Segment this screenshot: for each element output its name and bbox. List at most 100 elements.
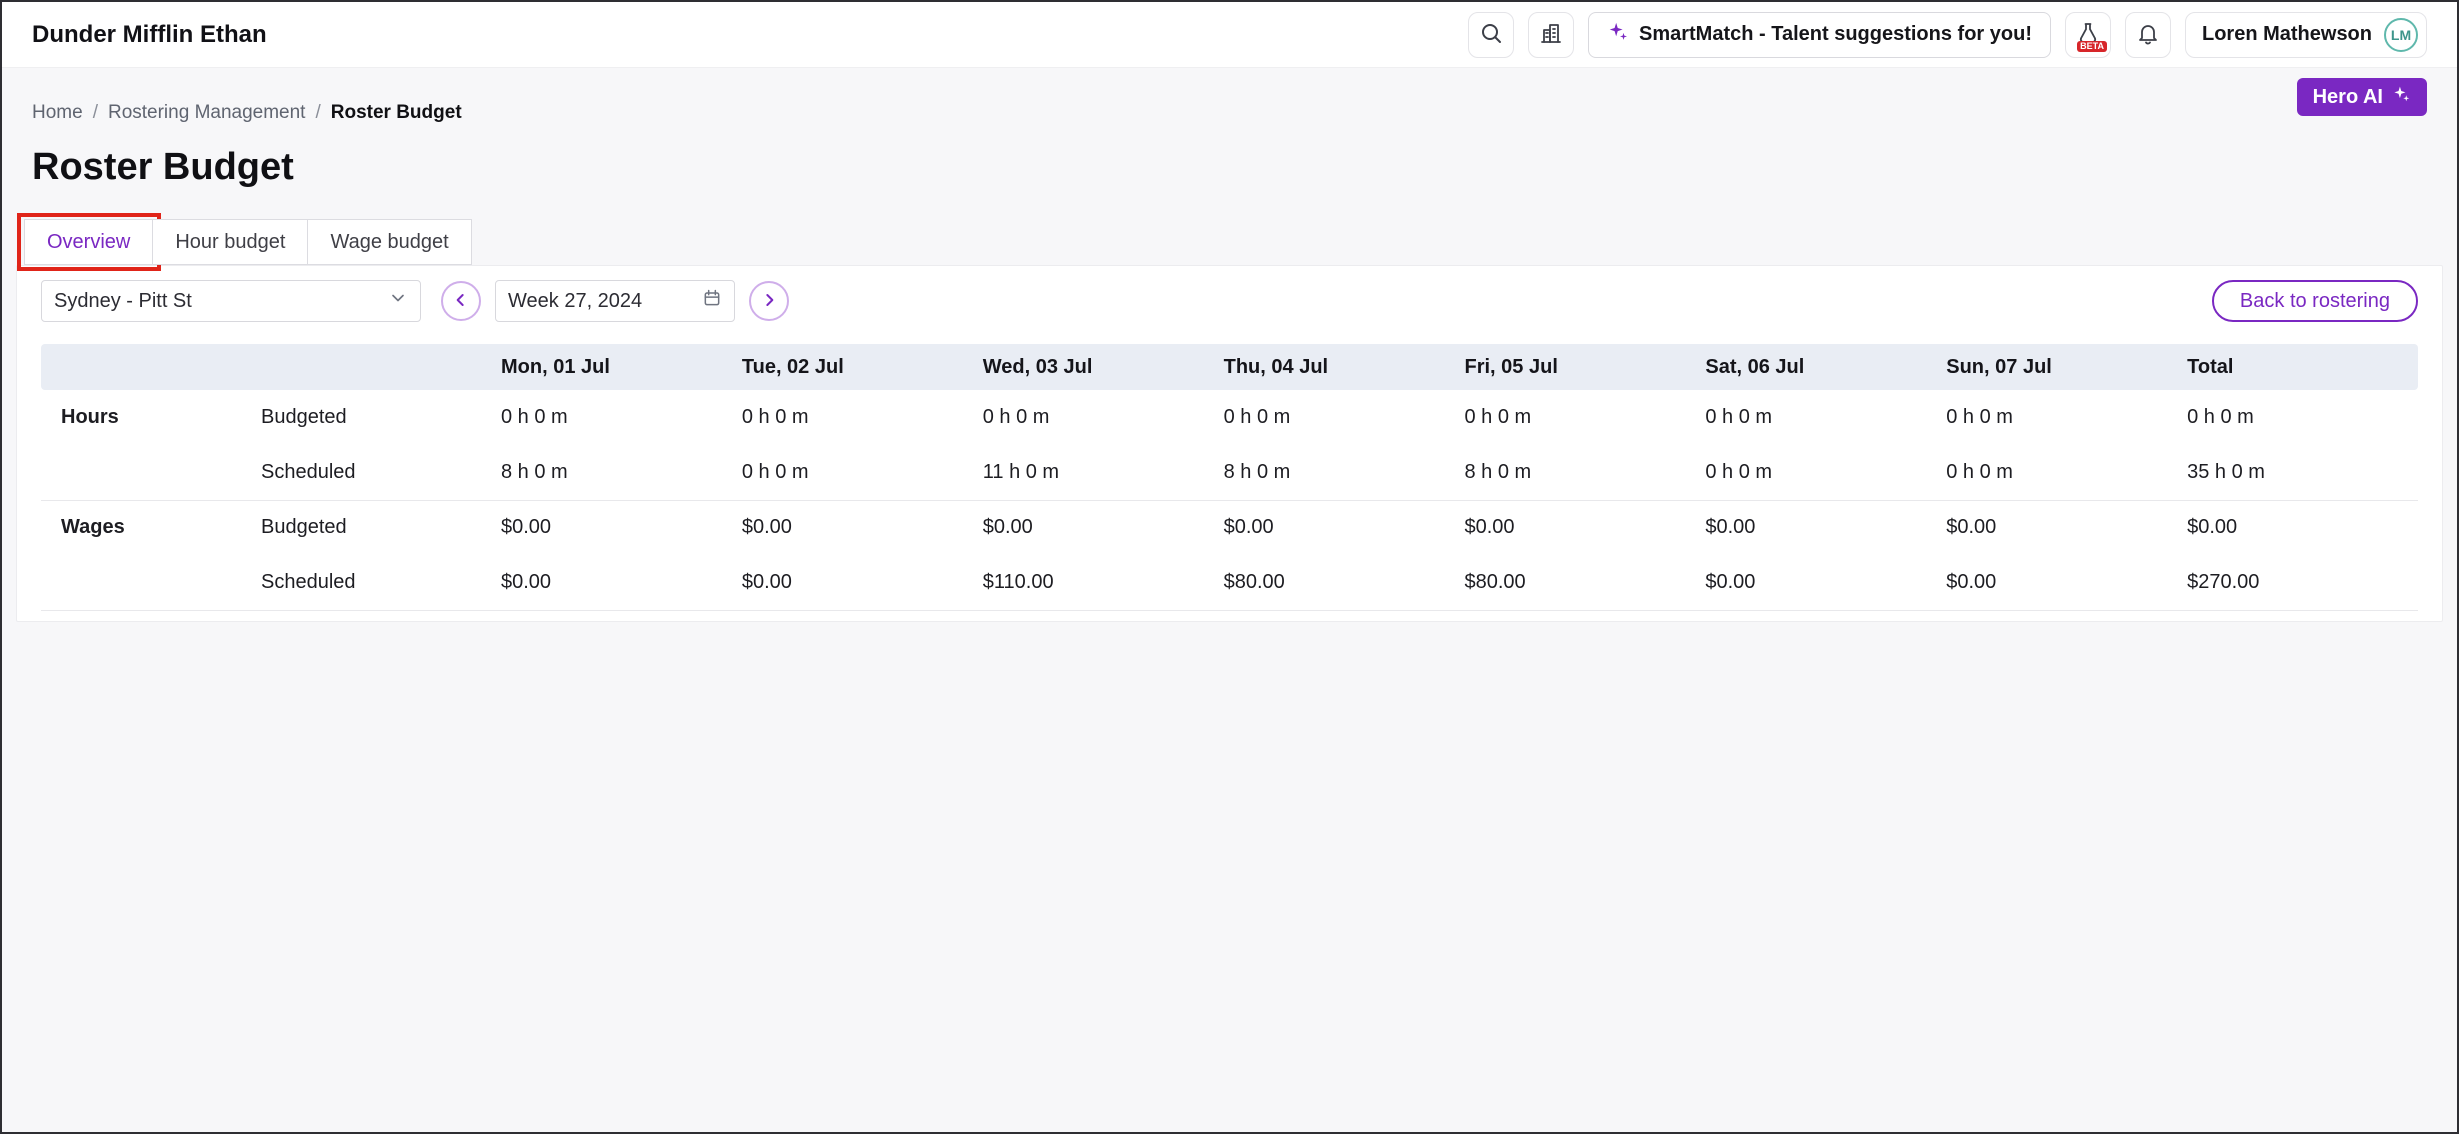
smartmatch-label: SmartMatch - Talent suggestions for you! — [1639, 23, 2032, 46]
value-cell: $0.00 — [973, 500, 1214, 555]
value-cell: 0 h 0 m — [491, 390, 732, 445]
week-picker-value: Week 27, 2024 — [508, 290, 642, 313]
next-week-button[interactable] — [749, 281, 789, 321]
beta-badge: BETA — [2077, 41, 2107, 52]
value-cell: $80.00 — [1214, 555, 1455, 610]
value-cell: $0.00 — [1214, 500, 1455, 555]
value-cell: 0 h 0 m — [1936, 390, 2177, 445]
column-header: Thu, 04 Jul — [1214, 344, 1455, 390]
value-cell: 0 h 0 m — [1936, 445, 2177, 500]
row-group-label: Hours — [41, 390, 251, 445]
bell-icon — [2136, 21, 2160, 48]
calendar-icon — [702, 288, 722, 314]
value-cell: 8 h 0 m — [1455, 445, 1696, 500]
column-header: Total — [2177, 344, 2418, 390]
prev-week-button[interactable] — [441, 281, 481, 321]
value-cell: $0.00 — [1936, 555, 2177, 610]
value-cell: $0.00 — [2177, 500, 2418, 555]
breadcrumb-rostering-management[interactable]: Rostering Management — [108, 102, 306, 124]
controls-row: Sydney - Pitt St Week 27, 2024 — [41, 280, 2418, 322]
table-row: Scheduled8 h 0 m0 h 0 m11 h 0 m8 h 0 m8 … — [41, 445, 2418, 500]
page-title: Roster Budget — [32, 146, 2427, 189]
row-sub-label: Scheduled — [251, 445, 491, 500]
value-cell: $0.00 — [1695, 500, 1936, 555]
value-cell: $270.00 — [2177, 555, 2418, 610]
value-cell: 0 h 0 m — [732, 445, 973, 500]
value-cell: $0.00 — [732, 555, 973, 610]
row-sub-label: Budgeted — [251, 390, 491, 445]
tab-hour-budget[interactable]: Hour budget — [152, 219, 308, 265]
column-header: Sat, 06 Jul — [1695, 344, 1936, 390]
search-button[interactable] — [1468, 12, 1514, 58]
column-header: Wed, 03 Jul — [973, 344, 1214, 390]
smartmatch-button[interactable]: SmartMatch - Talent suggestions for you! — [1588, 12, 2051, 58]
value-cell: 35 h 0 m — [2177, 445, 2418, 500]
value-cell: 11 h 0 m — [973, 445, 1214, 500]
building-icon — [1539, 21, 1563, 48]
value-cell: 0 h 0 m — [1695, 445, 1936, 500]
value-cell: 0 h 0 m — [973, 390, 1214, 445]
column-header: Sun, 07 Jul — [1936, 344, 2177, 390]
value-cell: 0 h 0 m — [1455, 390, 1696, 445]
sparkle-icon — [1607, 21, 1629, 49]
tab-overview[interactable]: Overview — [24, 219, 153, 265]
row-sub-label: Budgeted — [251, 500, 491, 555]
column-header — [41, 344, 251, 390]
topbar-actions: SmartMatch - Talent suggestions for you!… — [1468, 12, 2427, 58]
beta-labs-button[interactable]: BETA — [2065, 12, 2111, 58]
tab-overview-label: Overview — [47, 231, 130, 254]
row-group-label: Wages — [41, 500, 251, 555]
search-icon — [1479, 21, 1503, 48]
value-cell: 8 h 0 m — [1214, 445, 1455, 500]
topbar: Dunder Mifflin Ethan — [2, 2, 2457, 68]
column-header — [251, 344, 491, 390]
brand-title: Dunder Mifflin Ethan — [32, 21, 267, 49]
location-select[interactable]: Sydney - Pitt St — [41, 280, 421, 322]
column-header: Mon, 01 Jul — [491, 344, 732, 390]
tab-hour-budget-label: Hour budget — [175, 231, 285, 254]
column-header: Tue, 02 Jul — [732, 344, 973, 390]
tab-bar: Overview Hour budget Wage budget — [24, 219, 2435, 265]
back-to-rostering-button[interactable]: Back to rostering — [2212, 280, 2418, 322]
avatar: LM — [2384, 18, 2418, 52]
value-cell: $0.00 — [1455, 500, 1696, 555]
hero-ai-sparkle-icon — [2392, 85, 2411, 110]
value-cell: 0 h 0 m — [1695, 390, 1936, 445]
roster-budget-card: Sydney - Pitt St Week 27, 2024 — [16, 265, 2443, 622]
budget-table: Mon, 01 JulTue, 02 JulWed, 03 JulThu, 04… — [41, 344, 2418, 611]
hero-ai-label: Hero AI — [2313, 86, 2383, 109]
value-cell: $110.00 — [973, 555, 1214, 610]
value-cell: $0.00 — [491, 500, 732, 555]
chevron-left-icon — [451, 290, 471, 313]
value-cell: $0.00 — [491, 555, 732, 610]
table-row: Scheduled$0.00$0.00$110.00$80.00$80.00$0… — [41, 555, 2418, 610]
value-cell: $0.00 — [1936, 500, 2177, 555]
notifications-button[interactable] — [2125, 12, 2171, 58]
chevron-down-icon — [388, 288, 408, 314]
value-cell: 8 h 0 m — [491, 445, 732, 500]
value-cell: 0 h 0 m — [1214, 390, 1455, 445]
table-body: HoursBudgeted0 h 0 m0 h 0 m0 h 0 m0 h 0 … — [41, 390, 2418, 610]
value-cell: 0 h 0 m — [732, 390, 973, 445]
company-button[interactable] — [1528, 12, 1574, 58]
breadcrumb-separator: / — [93, 102, 98, 124]
breadcrumb-current: Roster Budget — [331, 102, 462, 124]
value-cell: $0.00 — [1695, 555, 1936, 610]
hero-ai-button[interactable]: Hero AI — [2297, 78, 2427, 116]
chevron-right-icon — [759, 290, 779, 313]
tab-wage-budget[interactable]: Wage budget — [307, 219, 471, 265]
row-sub-label: Scheduled — [251, 555, 491, 610]
user-menu[interactable]: Loren Mathewson LM — [2185, 12, 2427, 58]
table-head-row: Mon, 01 JulTue, 02 JulWed, 03 JulThu, 04… — [41, 344, 2418, 390]
user-name: Loren Mathewson — [2202, 23, 2372, 46]
page: Dunder Mifflin Ethan — [0, 0, 2459, 1134]
value-cell: 0 h 0 m — [2177, 390, 2418, 445]
week-picker[interactable]: Week 27, 2024 — [495, 280, 735, 322]
breadcrumb-home[interactable]: Home — [32, 102, 83, 124]
row-group-label — [41, 445, 251, 500]
table-row: WagesBudgeted$0.00$0.00$0.00$0.00$0.00$0… — [41, 500, 2418, 555]
breadcrumb-separator: / — [315, 102, 320, 124]
table-row: HoursBudgeted0 h 0 m0 h 0 m0 h 0 m0 h 0 … — [41, 390, 2418, 445]
column-header: Fri, 05 Jul — [1455, 344, 1696, 390]
value-cell: $0.00 — [732, 500, 973, 555]
